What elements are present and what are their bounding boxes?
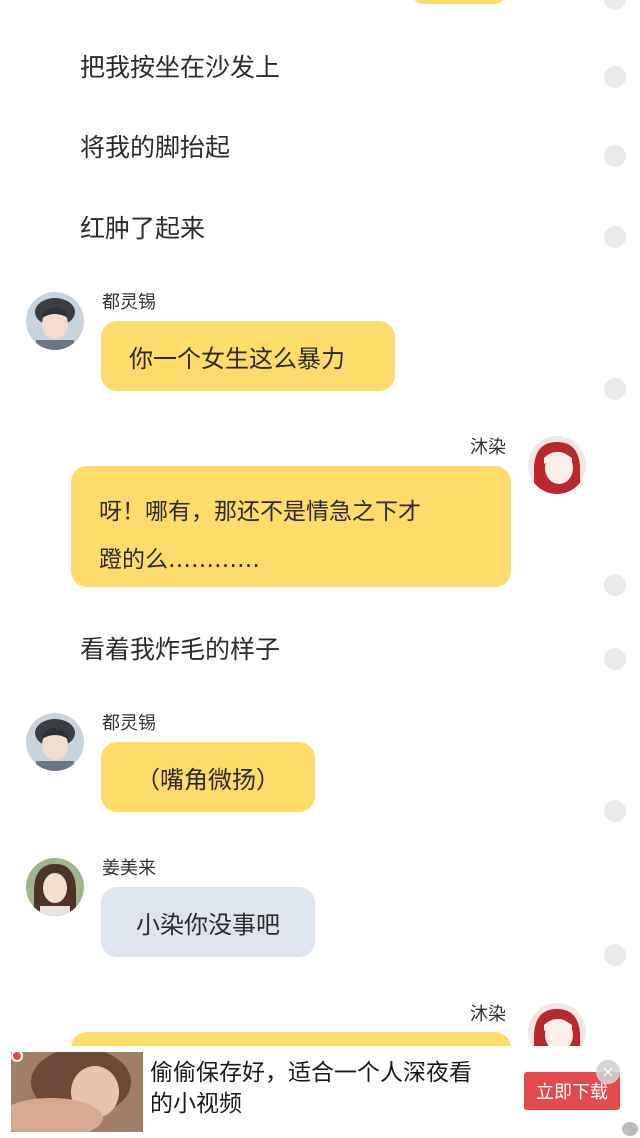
sender-name: 姜美来: [102, 858, 156, 879]
ad-text-line: 的小视频: [150, 1091, 242, 1117]
avatar-female-icon[interactable]: [26, 858, 84, 916]
previous-bubble-edge: [410, 0, 508, 4]
dot-icon: [604, 0, 626, 10]
message-text: 你一个女生这么暴力: [129, 344, 345, 373]
narration-text: 看着我炸毛的样子: [80, 635, 281, 664]
message-bubble[interactable]: （嘴角微扬）: [101, 742, 315, 812]
ad-text[interactable]: 偷偷保存好，适合一个人深夜看 的小视频: [150, 1058, 510, 1120]
chat-area: 把我按坐在沙发上 将我的脚抬起 红肿了起来 都灵锡 你一个女生这么暴力 沐染 呀…: [0, 0, 640, 1138]
dot-icon: [604, 944, 626, 966]
message-text: 小染你没事吧: [136, 910, 280, 939]
avatar-female-icon[interactable]: [528, 436, 586, 494]
sender-name: 都灵锡: [102, 292, 156, 313]
watermark-icon: [622, 1122, 638, 1136]
message-bubble[interactable]: 小染你没事吧: [101, 887, 315, 957]
message-text-line: 蹬的么…………: [99, 547, 260, 573]
message-text: （嘴角微扬）: [136, 765, 280, 794]
dot-icon: [604, 66, 626, 88]
avatar-male-icon[interactable]: [26, 292, 84, 350]
dot-icon: [604, 648, 626, 670]
ad-banner[interactable]: 偷偷保存好，适合一个人深夜看 的小视频 立即下载 ×: [0, 1046, 640, 1138]
dot-icon: [604, 378, 626, 400]
message-text-line: 呀！哪有，那还不是情急之下才: [99, 499, 421, 525]
close-icon[interactable]: ×: [596, 1060, 620, 1084]
sender-name: 都灵锡: [102, 713, 156, 734]
dot-icon: [604, 145, 626, 167]
dot-icon: [604, 800, 626, 822]
narration-text: 将我的脚抬起: [80, 133, 231, 162]
message-bubble[interactable]: 呀！哪有，那还不是情急之下才 蹬的么…………: [71, 466, 511, 587]
ad-text-line: 偷偷保存好，适合一个人深夜看: [150, 1060, 472, 1086]
dot-icon: [604, 574, 626, 596]
narration-text: 把我按坐在沙发上: [80, 53, 281, 82]
avatar-male-icon[interactable]: [26, 713, 84, 771]
sender-name: 沐染: [470, 1004, 506, 1025]
ad-badge-icon: [11, 1050, 23, 1062]
sender-name: 沐染: [470, 437, 506, 458]
ad-thumbnail[interactable]: [11, 1052, 143, 1132]
dot-icon: [604, 226, 626, 248]
narration-text: 红肿了起来: [80, 214, 206, 243]
message-bubble[interactable]: 你一个女生这么暴力: [101, 321, 395, 391]
